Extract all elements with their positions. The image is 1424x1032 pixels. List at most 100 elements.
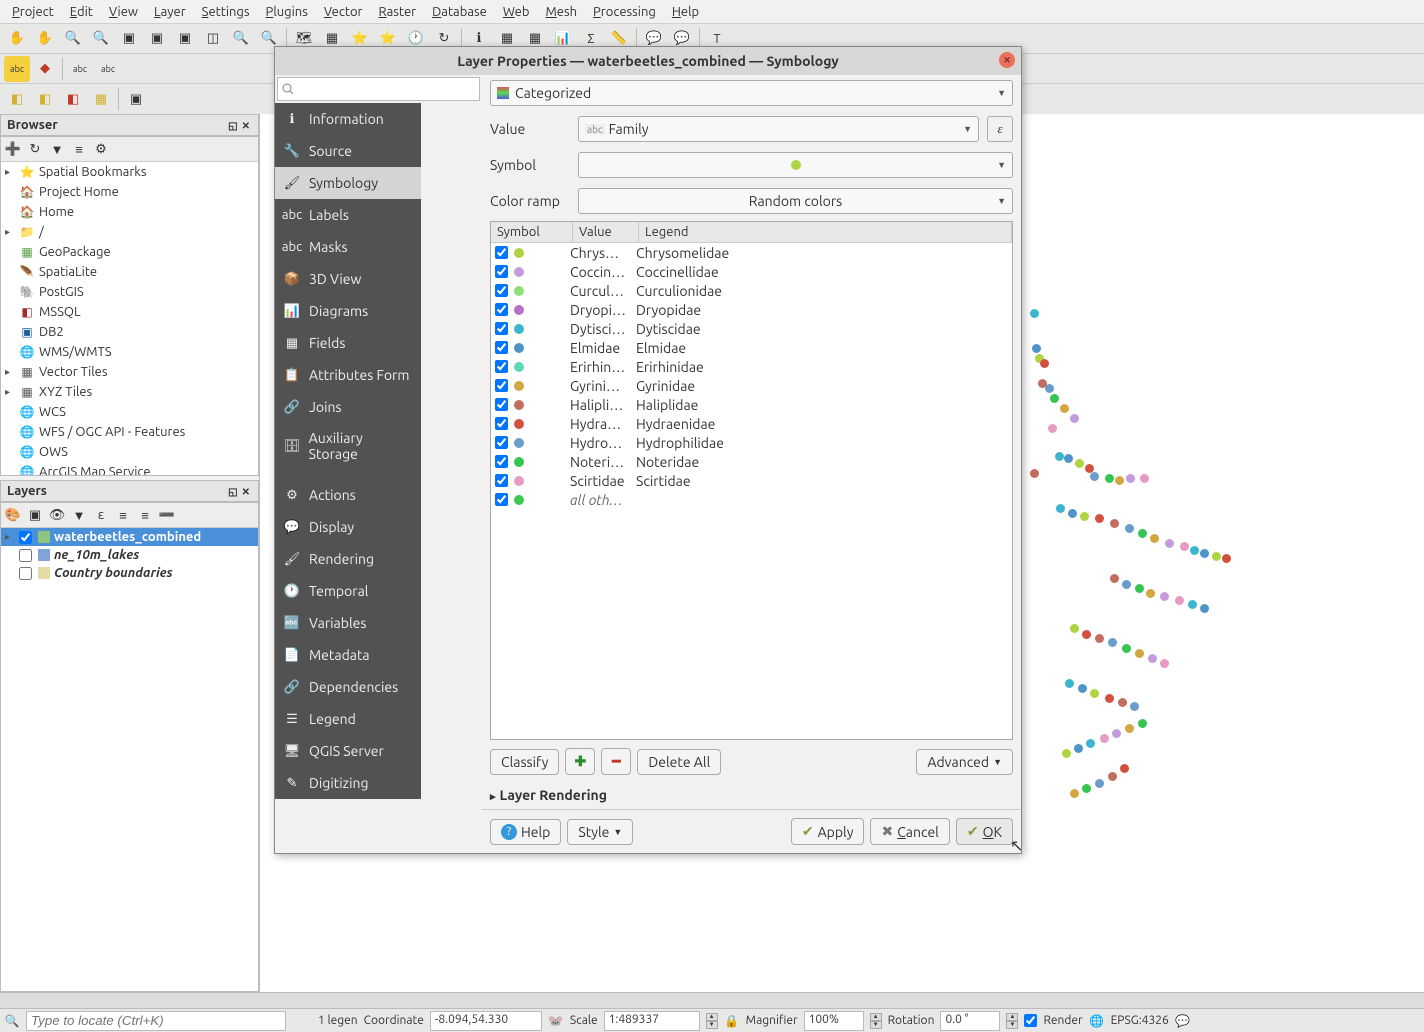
category-row[interactable]: Erirhin…Erirhinidae (491, 357, 1012, 376)
apply-button[interactable]: ✔Apply (791, 818, 865, 845)
menu-vector[interactable]: Vector (316, 3, 371, 21)
browser-item[interactable]: 🌐WMS/WMTS (1, 342, 258, 362)
category-checkbox[interactable] (495, 455, 508, 468)
layer-checkbox[interactable] (19, 531, 32, 544)
layers-style-icon[interactable]: 🎨 (3, 505, 23, 525)
menu-mesh[interactable]: Mesh (537, 3, 585, 21)
menu-web[interactable]: Web (495, 3, 538, 21)
category-checkbox[interactable] (495, 265, 508, 278)
browser-add-icon[interactable]: ➕ (3, 139, 23, 159)
layers-collapse-icon[interactable]: ≡ (135, 505, 155, 525)
browser-refresh-icon[interactable]: ↻ (25, 139, 45, 159)
value-combo[interactable]: abc Family ▼ (578, 116, 979, 142)
browser-item[interactable]: ▸⭐Spatial Bookmarks (1, 162, 258, 182)
sidebar-item-labels[interactable]: abcLabels (275, 199, 421, 231)
label-red-icon[interactable]: ◆ (32, 56, 58, 82)
sidebar-item-qgis-server[interactable]: 🖥QGIS Server (275, 735, 421, 767)
sidebar-item-masks[interactable]: abcMasks (275, 231, 421, 263)
rot-down[interactable]: ▼ (1006, 1021, 1018, 1029)
pan-select-icon[interactable]: ✋ (32, 26, 58, 52)
category-row[interactable]: ScirtidaeScirtidae (491, 471, 1012, 490)
layer-checkbox[interactable] (19, 549, 32, 562)
category-checkbox[interactable] (495, 493, 508, 506)
menu-view[interactable]: View (101, 3, 146, 21)
rot-up[interactable]: ▲ (1006, 1013, 1018, 1021)
zoom-layer-icon[interactable]: ▣ (172, 26, 198, 52)
extents-icon[interactable]: 🐭 (548, 1013, 564, 1029)
browser-item[interactable]: ▦GeoPackage (1, 242, 258, 262)
sidebar-item-display[interactable]: 💬Display (275, 511, 421, 543)
layers-filter-icon[interactable]: ▼ (69, 505, 89, 525)
sidebar-item-digitizing[interactable]: ✎Digitizing (275, 767, 421, 799)
category-row[interactable]: Dytisci…Dytiscidae (491, 319, 1012, 338)
select-poly-icon[interactable]: ◧ (32, 86, 58, 112)
pan-icon[interactable]: ✋ (4, 26, 30, 52)
zoom-full-icon[interactable]: ▣ (116, 26, 142, 52)
select-rect-icon[interactable]: ◧ (4, 86, 30, 112)
sidebar-item-source[interactable]: 🔧Source (275, 135, 421, 167)
renderer-combo[interactable]: Categorized ▼ (490, 80, 1013, 106)
crs-icon[interactable]: 🌐 (1089, 1013, 1105, 1029)
zoom-out-icon[interactable]: 🔍 (88, 26, 114, 52)
layer-item[interactable]: Country boundaries (1, 564, 258, 582)
sidebar-item-symbology[interactable]: 🖌Symbology (275, 167, 421, 199)
category-checkbox[interactable] (495, 341, 508, 354)
col-legend[interactable]: Legend (639, 222, 1012, 242)
col-value[interactable]: Value (573, 222, 639, 242)
browser-item[interactable]: 🏠Project Home (1, 182, 258, 202)
sidebar-item-diagrams[interactable]: 📊Diagrams (275, 295, 421, 327)
category-row[interactable]: Dryopi…Dryopidae (491, 300, 1012, 319)
scale-up[interactable]: ▲ (706, 1013, 718, 1021)
category-checkbox[interactable] (495, 360, 508, 373)
sidebar-item-attributes-form[interactable]: 📋Attributes Form (275, 359, 421, 391)
zoom-last-icon[interactable]: 🔍 (228, 26, 254, 52)
category-row[interactable]: Gyrini…Gyrinidae (491, 376, 1012, 395)
category-checkbox[interactable] (495, 417, 508, 430)
label-tool1-icon[interactable]: abc (67, 56, 93, 82)
menu-help[interactable]: Help (664, 3, 707, 21)
menu-plugins[interactable]: Plugins (258, 3, 316, 21)
layers-expr-icon[interactable]: ε (91, 505, 111, 525)
select-all-icon[interactable]: ▦ (88, 86, 114, 112)
sidebar-item-auxiliary-storage[interactable]: 🗄Auxiliary Storage (275, 423, 421, 469)
expression-button[interactable]: ε (987, 116, 1013, 142)
mag-up[interactable]: ▲ (870, 1013, 882, 1021)
cancel-button[interactable]: ✖Cancel (870, 818, 949, 845)
sidebar-item-information[interactable]: ℹInformation (275, 103, 421, 135)
browser-item[interactable]: 🌐ArcGIS Map Service (1, 462, 258, 476)
layer-checkbox[interactable] (19, 567, 32, 580)
sidebar-item-metadata[interactable]: 📄Metadata (275, 639, 421, 671)
category-row[interactable]: Curcul…Curculionidae (491, 281, 1012, 300)
category-checkbox[interactable] (495, 474, 508, 487)
layers-visibility-icon[interactable]: 👁 (47, 505, 67, 525)
browser-close-icon[interactable]: ✕ (240, 120, 252, 131)
ok-button[interactable]: ✔OK (956, 818, 1013, 845)
category-row[interactable]: Hydra…Hydraenidae (491, 414, 1012, 433)
dialog-search-input[interactable] (277, 77, 480, 101)
browser-item[interactable]: ▸▦XYZ Tiles (1, 382, 258, 402)
zoom-native-icon[interactable]: ◫ (200, 26, 226, 52)
help-button[interactable]: ?Help (490, 819, 561, 845)
menu-settings[interactable]: Settings (194, 3, 258, 21)
add-category-button[interactable]: ✚ (565, 748, 595, 775)
menu-project[interactable]: Project (4, 3, 62, 21)
mag-down[interactable]: ▼ (870, 1021, 882, 1029)
scale-down[interactable]: ▼ (706, 1021, 718, 1029)
menu-layer[interactable]: Layer (146, 3, 194, 21)
category-checkbox[interactable] (495, 303, 508, 316)
browser-item[interactable]: 🌐OWS (1, 442, 258, 462)
category-checkbox[interactable] (495, 379, 508, 392)
rot-value[interactable]: 0.0 ° (940, 1011, 1000, 1031)
browser-props-icon[interactable]: ⚙ (91, 139, 111, 159)
classify-button[interactable]: Classify (490, 749, 559, 775)
messages-icon[interactable]: 💬 (1175, 1013, 1191, 1029)
coord-value[interactable]: -8.094,54.330 (430, 1011, 542, 1031)
deselect-icon[interactable]: ◧ (60, 86, 86, 112)
mag-value[interactable]: 100% (804, 1011, 864, 1031)
category-row[interactable]: Halipli…Haliplidae (491, 395, 1012, 414)
category-row[interactable]: ElmidaeElmidae (491, 338, 1012, 357)
browser-undock-icon[interactable]: ◱ (226, 120, 239, 131)
categories-table[interactable]: Symbol Value Legend Chrys…ChrysomelidaeC… (490, 221, 1013, 740)
map-scrollbar[interactable] (0, 992, 1424, 1008)
browser-collapse-icon[interactable]: ≡ (69, 139, 89, 159)
